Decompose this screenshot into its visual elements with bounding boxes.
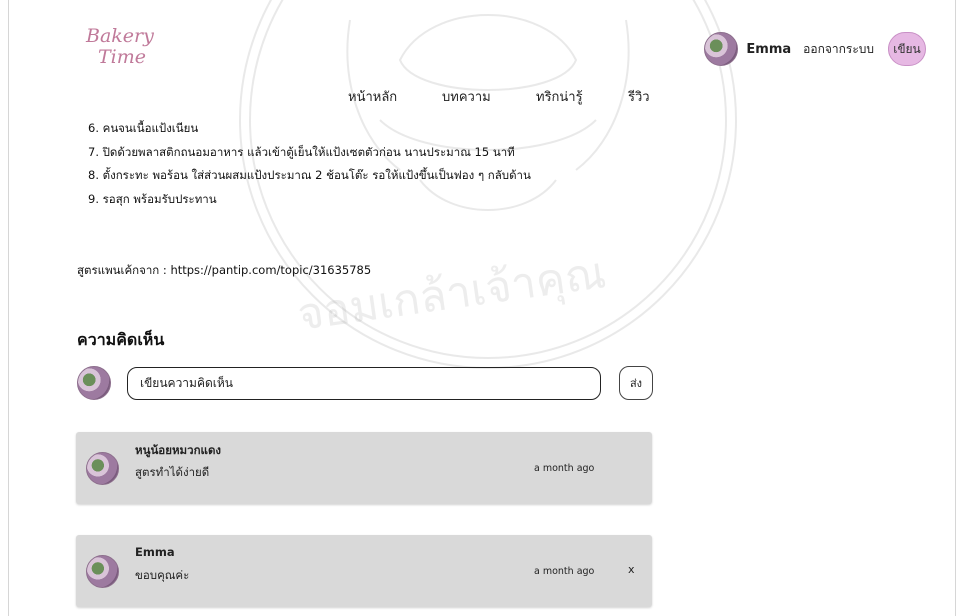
recipe-step: 7. ปิดด้วยพลาสติกถนอมอาหาร แล้วเข้าตู้เย…	[88, 144, 515, 159]
comment-text: ขอบคุณค่ะ	[135, 568, 190, 582]
comment-time: a month ago	[534, 566, 595, 577]
user-area: Emma ออกจากระบบ เขียน	[704, 32, 926, 66]
user-avatar[interactable]	[704, 32, 739, 66]
comment-time: a month ago	[534, 463, 595, 474]
comment-avatar	[86, 452, 119, 485]
recipe-step: 9. รอสุก พร้อมรับประทาน	[88, 191, 217, 206]
comment-input-row: เขียนความคิดเห็น ส่ง	[77, 366, 653, 400]
main-nav: หน้าหลัก บทความ ทริกน่ารู้ รีวิว	[348, 86, 650, 107]
brand-line-2: Time	[98, 46, 147, 68]
nav-item-home[interactable]: หน้าหลัก	[348, 86, 442, 107]
comment-author: หนูน้อยหมวกแดง	[135, 443, 222, 457]
brand-logo[interactable]: Bakery Time	[86, 26, 154, 68]
recipe-steps: 6. คนจนเนื้อแป้งเนียน 7. ปิดด้วยพลาสติกถ…	[88, 117, 531, 211]
user-name[interactable]: Emma	[746, 42, 791, 57]
comment-input[interactable]: เขียนความคิดเห็น	[127, 366, 601, 400]
brand-line-1: Bakery	[86, 25, 154, 47]
recipe-source: สูตรแพนเค้กจาก : https://pantip.com/topi…	[77, 263, 372, 277]
comment-avatar	[86, 555, 119, 588]
logout-link[interactable]: ออกจากระบบ	[803, 40, 874, 59]
send-comment-button[interactable]: ส่ง	[619, 366, 653, 400]
write-button[interactable]: เขียน	[888, 32, 926, 66]
recipe-step: 8. ตั้งกระทะ พอร้อน ใส่ส่วนผสมแป้งประมาณ…	[88, 168, 531, 182]
comment-card: Emma ขอบคุณค่ะ a month ago x	[76, 535, 652, 607]
comment-text: สูตรทำได้ง่ายดี	[135, 465, 210, 479]
delete-comment-button[interactable]: x	[628, 563, 635, 576]
comment-author: Emma	[135, 545, 175, 559]
commenter-avatar	[77, 366, 111, 400]
comments-title: ความคิดเห็น	[77, 330, 165, 349]
nav-item-reviews[interactable]: รีวิว	[628, 86, 650, 107]
comment-card: หนูน้อยหมวกแดง สูตรทำได้ง่ายดี a month a…	[76, 432, 652, 504]
nav-item-tricks[interactable]: ทริกน่ารู้	[536, 86, 628, 107]
nav-item-articles[interactable]: บทความ	[442, 86, 536, 107]
recipe-step: 6. คนจนเนื้อแป้งเนียน	[88, 121, 199, 135]
